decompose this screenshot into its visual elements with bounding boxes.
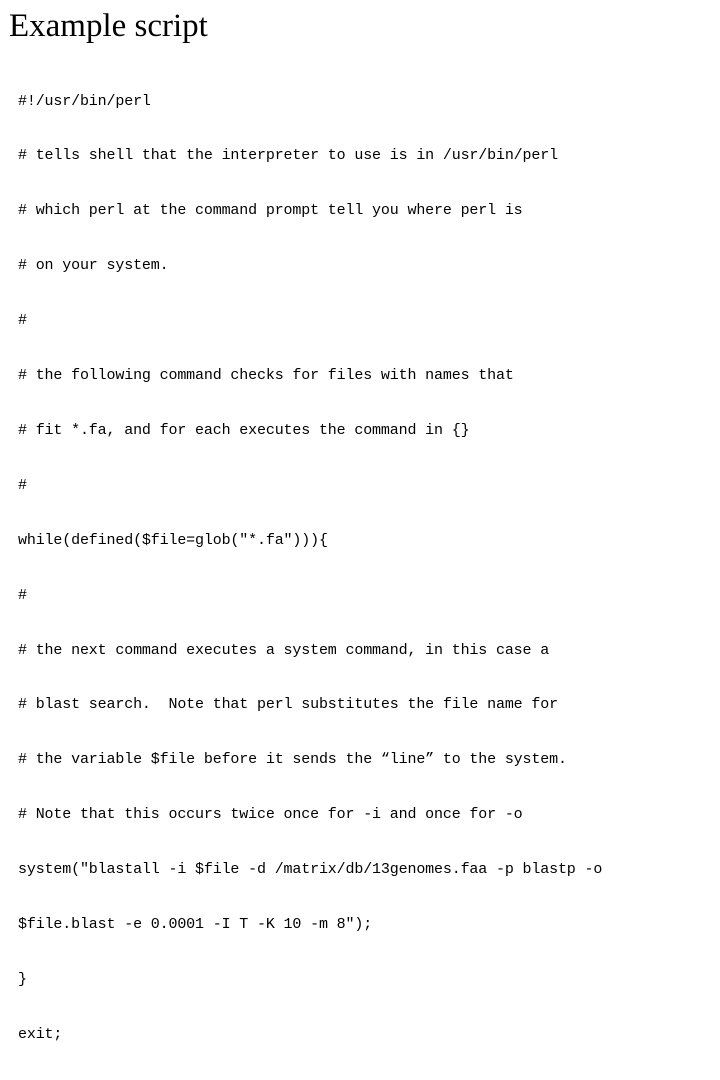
code-line: while(defined($file=glob("*.fa"))){ bbox=[18, 531, 328, 549]
code-line: # the variable $file before it sends the… bbox=[18, 751, 567, 769]
code-line: # Note that this occurs twice once for -… bbox=[18, 806, 523, 824]
code-line: # bbox=[18, 476, 27, 494]
code-line: # which perl at the command prompt tell … bbox=[18, 202, 523, 220]
code-line: # blast search. Note that perl substitut… bbox=[18, 696, 558, 714]
code-line: $file.blast -e 0.0001 -I T -K 10 -m 8"); bbox=[18, 915, 373, 933]
code-line: # fit *.fa, and for each executes the co… bbox=[18, 421, 470, 439]
slide-canvas: Example script #!/usr/bin/perl # tells s… bbox=[0, 0, 720, 1043]
page-title: Example script bbox=[9, 8, 208, 44]
code-line: # bbox=[18, 586, 27, 604]
code-line: # on your system. bbox=[18, 257, 169, 275]
code-line: system("blastall -i $file -d /matrix/db/… bbox=[18, 861, 603, 879]
code-line: # tells shell that the interpreter to us… bbox=[18, 147, 558, 165]
code-listing: #!/usr/bin/perl # tells shell that the i… bbox=[18, 56, 718, 1080]
code-line: # bbox=[18, 312, 27, 330]
code-line: # the next command executes a system com… bbox=[18, 641, 550, 659]
code-line: } bbox=[18, 970, 27, 988]
code-line: #!/usr/bin/perl bbox=[18, 92, 151, 110]
code-line: # the following command checks for files… bbox=[18, 367, 514, 385]
code-line: exit; bbox=[18, 1025, 63, 1043]
